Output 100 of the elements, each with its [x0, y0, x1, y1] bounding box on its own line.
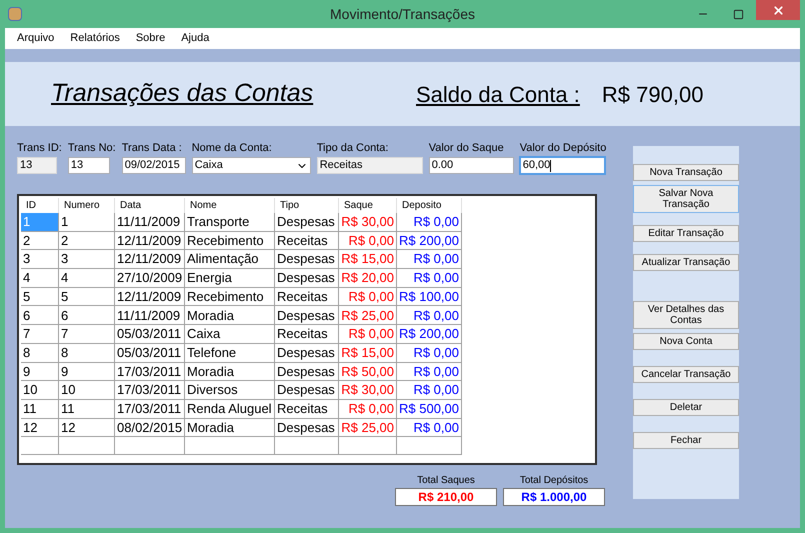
- table-cell: Diversos: [185, 381, 275, 400]
- table-cell: Alimentação: [185, 250, 275, 270]
- menu-item[interactable]: Arquivo: [17, 30, 54, 47]
- table-cell: 2: [21, 232, 59, 250]
- table-cell: 05/03/2011: [115, 325, 185, 344]
- table-cell: Despesas: [275, 269, 339, 288]
- table-cell: Despesas: [275, 362, 339, 382]
- column-header[interactable]: Deposito: [397, 198, 462, 213]
- total-value: R$ 210,00: [395, 488, 497, 506]
- column-header[interactable]: Tipo: [275, 198, 339, 213]
- table-cell: Telefone: [185, 344, 275, 362]
- empty-table-cell: [115, 437, 185, 456]
- action-button[interactable]: Nova Transação: [633, 164, 739, 181]
- table-cell: R$ 30,00: [339, 213, 397, 232]
- action-button[interactable]: Cancelar Transação: [633, 366, 739, 383]
- table-cell: 9: [21, 362, 59, 382]
- close-button[interactable]: [756, 0, 800, 20]
- table-cell: 12: [59, 418, 115, 438]
- action-button[interactable]: Nova Conta: [633, 333, 739, 350]
- table-cell: 12/11/2009: [115, 288, 185, 306]
- table-cell: Moradia: [185, 418, 275, 438]
- input-field[interactable]: 09/02/2015: [122, 157, 186, 174]
- maximize-icon[interactable]: [733, 8, 744, 20]
- table-cell: R$ 0,00: [397, 250, 462, 270]
- table-cell: 12/11/2009: [115, 232, 185, 250]
- table-cell: R$ 0,00: [397, 344, 462, 362]
- table-cell: 9: [59, 362, 115, 382]
- table-cell: 17/03/2011: [115, 362, 185, 382]
- table-cell: Transporte: [185, 213, 275, 232]
- action-button[interactable]: Deletar: [633, 399, 739, 416]
- field-label: Trans No:: [68, 142, 116, 155]
- menu-item[interactable]: Relatórios: [70, 30, 120, 47]
- empty-table-cell: [59, 437, 115, 456]
- action-button[interactable]: Fechar: [633, 432, 739, 449]
- table-cell: 4: [21, 269, 59, 288]
- column-header[interactable]: Numero: [59, 198, 115, 213]
- table-cell: 10: [59, 381, 115, 400]
- account-dropdown[interactable]: Caixa: [192, 157, 311, 174]
- input-field[interactable]: 60,00: [520, 157, 605, 174]
- table-cell: 6: [21, 306, 59, 326]
- page-title: Transações das Contas: [51, 78, 314, 110]
- table-cell: 3: [21, 250, 59, 270]
- close-icon: [772, 4, 784, 16]
- action-button[interactable]: Editar Transação: [633, 225, 739, 242]
- action-button[interactable]: Ver Detalhes das Contas: [633, 301, 739, 329]
- table-cell: 05/03/2011: [115, 344, 185, 362]
- table-cell: Despesas: [275, 381, 339, 400]
- menu-item[interactable]: Sobre: [136, 30, 166, 47]
- table-cell: R$ 25,00: [339, 418, 397, 438]
- input-field[interactable]: 0.00: [428, 157, 514, 174]
- table-cell: 4: [59, 269, 115, 288]
- table-cell: R$ 200,00: [397, 232, 462, 250]
- readonly-field[interactable]: Receitas: [316, 157, 423, 174]
- field-label: Trans ID:: [17, 142, 62, 155]
- field-label: Tipo da Conta:: [316, 142, 390, 155]
- table-cell: Moradia: [185, 362, 275, 382]
- field-label: Nome da Conta:: [192, 142, 273, 155]
- empty-table-cell: [339, 437, 397, 456]
- table-cell: Receitas: [275, 232, 339, 250]
- table-cell: 3: [59, 250, 115, 270]
- window-title: Movimento/Transações: [330, 4, 475, 24]
- readonly-field[interactable]: 13: [17, 157, 57, 174]
- table-cell: Recebimento: [185, 232, 275, 250]
- table-cell: R$ 0,00: [339, 288, 397, 306]
- table-cell: 5: [21, 288, 59, 306]
- field-label: Valor do Depósito: [520, 142, 606, 155]
- table-cell: 8: [59, 344, 115, 362]
- table-cell: 12: [21, 418, 59, 438]
- table-cell: Moradia: [185, 306, 275, 326]
- input-field[interactable]: 13: [68, 157, 110, 174]
- table-cell: R$ 15,00: [339, 344, 397, 362]
- balance-label: Saldo da Conta :: [416, 80, 580, 108]
- action-button[interactable]: Atualizar Transação: [633, 254, 739, 271]
- table-cell: Despesas: [275, 250, 339, 270]
- table-cell: R$ 0,00: [397, 269, 462, 288]
- table-cell: 17/03/2011: [115, 381, 185, 400]
- table-cell: 5: [59, 288, 115, 306]
- total-label: Total Saques: [417, 474, 475, 488]
- column-header[interactable]: Data: [115, 198, 185, 213]
- table-cell: R$ 0,00: [397, 418, 462, 438]
- action-button[interactable]: Salvar Nova Transação: [633, 185, 739, 213]
- table-cell: Receitas: [275, 400, 339, 419]
- table-cell: R$ 25,00: [339, 306, 397, 326]
- table-cell: Renda Aluguel: [185, 400, 275, 419]
- table-cell: 12/11/2009: [115, 250, 185, 270]
- table-cell: 2: [59, 232, 115, 250]
- app-icon: [8, 7, 22, 21]
- column-header[interactable]: Nome: [185, 198, 275, 213]
- table-cell: Receitas: [275, 288, 339, 306]
- column-header[interactable]: Saque: [339, 198, 397, 213]
- table-cell: Caixa: [185, 325, 275, 344]
- menu-item[interactable]: Ajuda: [181, 30, 210, 47]
- table-cell: R$ 20,00: [339, 269, 397, 288]
- field-label: Trans Data :: [122, 142, 183, 155]
- table-cell: Recebimento: [185, 288, 275, 306]
- table-cell: R$ 500,00: [397, 400, 462, 419]
- table-cell: 6: [59, 306, 115, 326]
- table-cell: R$ 30,00: [339, 381, 397, 400]
- table-cell: R$ 0,00: [397, 362, 462, 382]
- empty-table-cell: [21, 437, 59, 456]
